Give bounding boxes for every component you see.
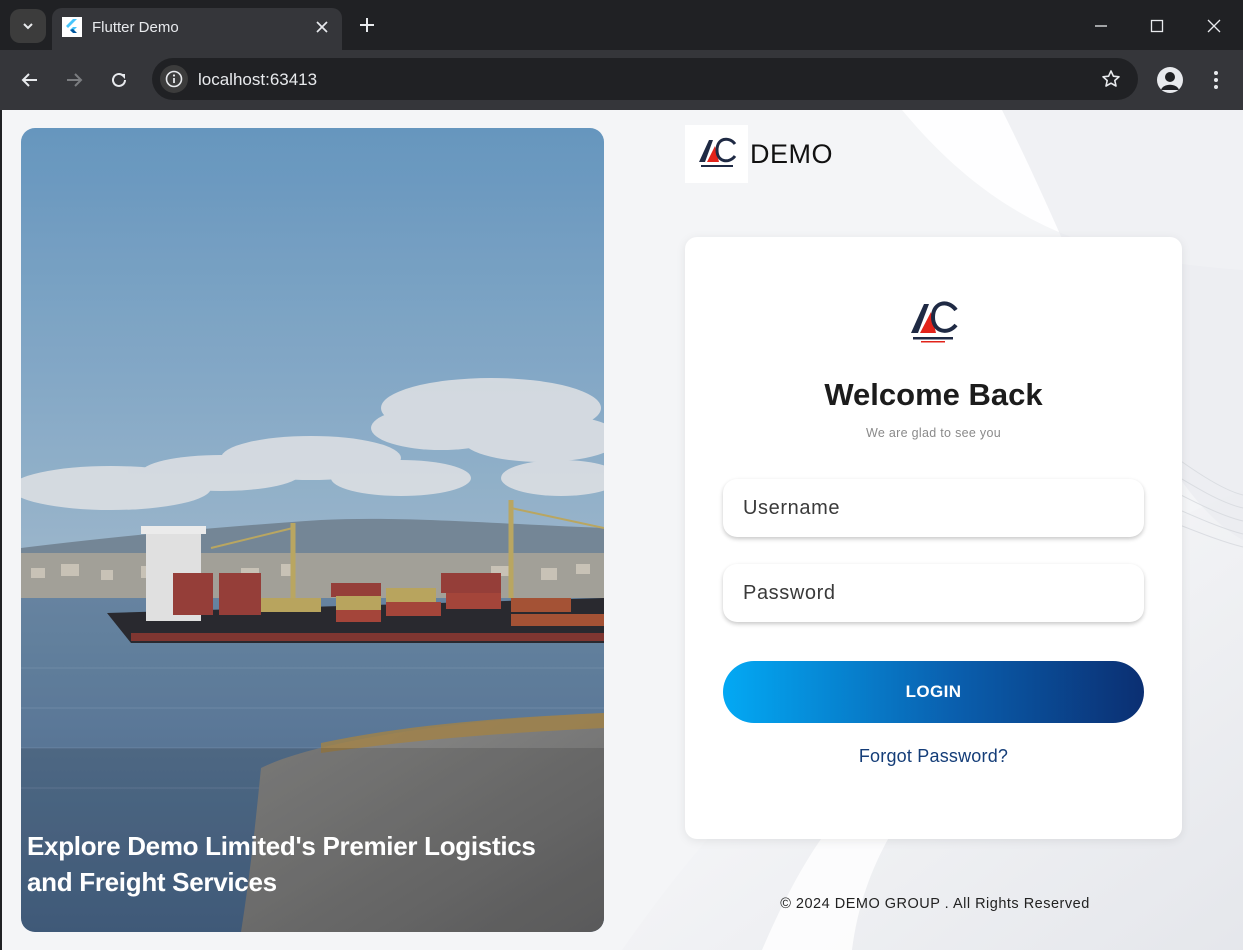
profile-icon	[1161, 72, 1179, 90]
hero-image: Explore Demo Limited's Premier Logistics…	[21, 128, 604, 932]
minimize-icon	[1095, 25, 1107, 27]
login-card: Welcome Back We are glad to see you LOGI…	[685, 237, 1182, 839]
profile-button[interactable]	[1157, 67, 1183, 93]
tab-title: Flutter Demo	[92, 19, 179, 36]
login-button[interactable]: LOGIN	[723, 661, 1144, 723]
url-text[interactable]: localhost:63413	[198, 70, 317, 90]
arrow-right-icon	[67, 73, 83, 87]
address-bar[interactable]: localhost:63413	[152, 58, 1138, 100]
brand-header: DEMO	[685, 125, 833, 183]
password-field[interactable]	[723, 564, 1144, 622]
star-icon	[1102, 70, 1120, 87]
username-input[interactable]	[723, 479, 1144, 537]
footer-copyright: © 2024 DEMO GROUP . All Rights Reserved	[780, 896, 1090, 912]
brand-logo	[685, 125, 748, 183]
hero-caption: Explore Demo Limited's Premier Logistics…	[27, 831, 536, 897]
bookmark-button[interactable]	[1100, 68, 1122, 90]
maximize-icon	[1150, 19, 1164, 33]
minimize-button[interactable]	[1088, 13, 1114, 39]
site-info-button[interactable]	[160, 65, 188, 93]
back-button[interactable]	[16, 66, 44, 94]
info-icon	[165, 70, 183, 88]
window-close-button[interactable]	[1201, 13, 1227, 39]
brand-name: DEMO	[750, 138, 833, 169]
plus-icon	[360, 18, 374, 32]
forward-button[interactable]	[60, 66, 88, 94]
new-tab-button[interactable]	[356, 14, 378, 36]
browser-tab[interactable]: Flutter Demo	[52, 8, 342, 50]
browser-menu-button[interactable]	[1205, 66, 1227, 94]
close-icon	[316, 21, 328, 33]
browser-toolbar: localhost:63413	[0, 50, 1243, 110]
tab-close-button[interactable]	[312, 17, 332, 37]
username-field[interactable]	[723, 479, 1144, 537]
company-logo-icon	[911, 301, 958, 343]
hero-photo	[21, 128, 604, 932]
welcome-subtitle: We are glad to see you	[866, 426, 1001, 440]
arrow-left-icon	[21, 73, 37, 87]
company-logo-icon	[698, 137, 736, 167]
reload-button[interactable]	[105, 66, 133, 94]
kebab-icon	[1214, 71, 1218, 89]
close-icon	[1207, 19, 1221, 33]
password-input[interactable]	[723, 564, 1144, 622]
welcome-title: Welcome Back	[824, 377, 1043, 412]
tab-search-button[interactable]	[10, 9, 46, 43]
chevron-down-icon	[23, 23, 33, 30]
maximize-button[interactable]	[1144, 13, 1170, 39]
page-viewport: Explore Demo Limited's Premier Logistics…	[2, 110, 1243, 950]
forgot-password-link[interactable]: Forgot Password?	[685, 746, 1182, 767]
browser-tabstrip: Flutter Demo	[0, 0, 1243, 50]
reload-icon	[112, 72, 126, 87]
flutter-icon	[62, 17, 82, 37]
